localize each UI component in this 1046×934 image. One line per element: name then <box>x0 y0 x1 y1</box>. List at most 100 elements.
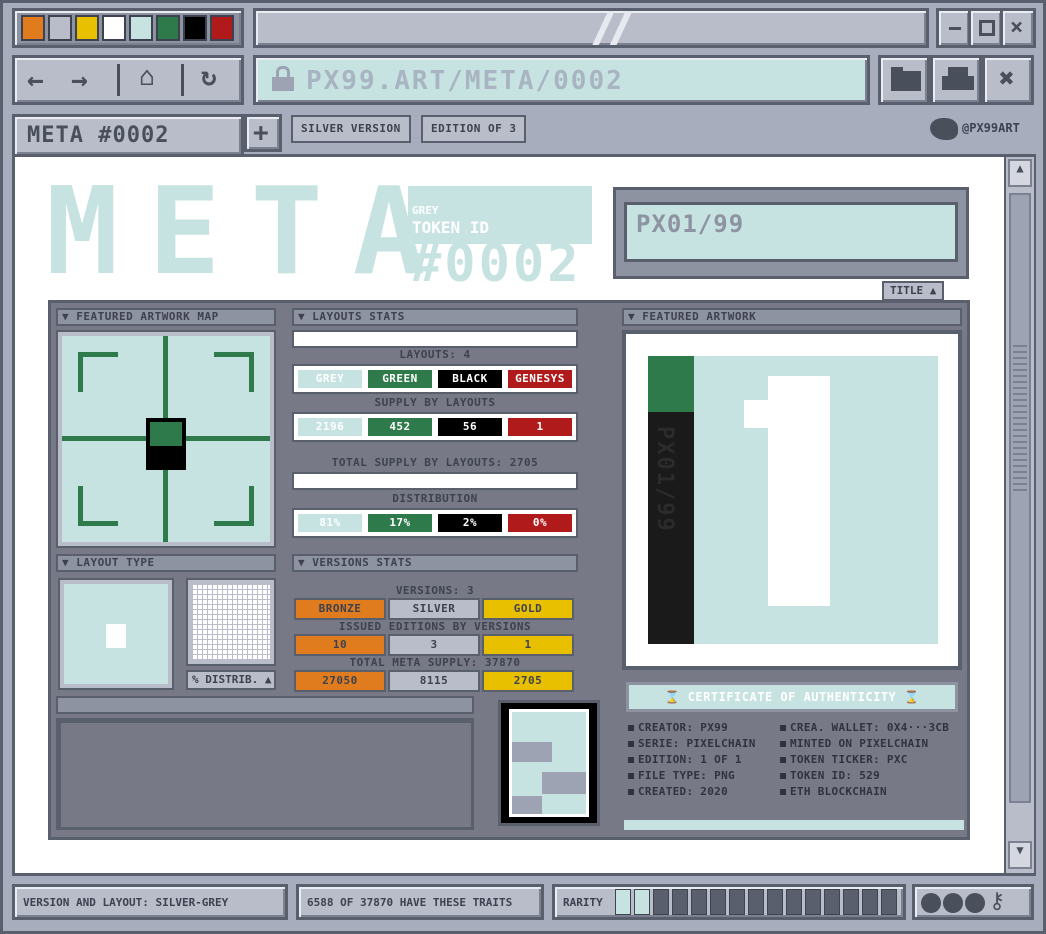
rarity-cell <box>691 889 707 915</box>
artwork-map <box>56 330 276 548</box>
key-icon: ⚷ <box>989 889 1006 914</box>
palette-swatch[interactable] <box>48 15 72 41</box>
rarity-cell <box>710 889 726 915</box>
reload-icon[interactable]: ↻ <box>201 62 217 92</box>
rarity-cell <box>634 889 650 915</box>
layout-black[interactable]: BLACK <box>436 368 504 390</box>
issued-editions-label: ISSUED EDITIONS BY VERSIONS <box>338 620 532 633</box>
logo-button[interactable]: ✖ <box>982 55 1034 105</box>
dist-green: 17% <box>366 512 434 534</box>
maximize-button[interactable] <box>968 8 1004 48</box>
edition-badge: EDITION OF 3 <box>421 115 527 143</box>
minimize-button[interactable] <box>936 8 972 48</box>
scroll-down-button[interactable]: ▼ <box>1008 841 1032 869</box>
folder-icon <box>891 71 921 91</box>
palette-swatch[interactable] <box>75 15 99 41</box>
twitter-icon[interactable] <box>930 118 958 140</box>
version-gold[interactable]: GOLD <box>482 598 574 620</box>
close-icon: × <box>1010 15 1024 40</box>
rarity-meter: RARITY <box>552 884 906 920</box>
rarity-cell <box>843 889 859 915</box>
palette-swatch[interactable] <box>21 15 45 41</box>
info-bar <box>56 696 474 714</box>
twitter-handle[interactable]: @PX99ART <box>962 121 1020 135</box>
layout-genesys[interactable]: GENESYS <box>506 368 574 390</box>
dist-genesys: 0% <box>506 512 574 534</box>
decor-bar <box>624 820 964 830</box>
status-version-layout: VERSION AND LAYOUT: SILVER-GREY <box>12 884 288 920</box>
layout-type-header: ▼ LAYOUT TYPE <box>56 554 276 572</box>
lock-icon <box>272 66 294 92</box>
scrollbar[interactable]: ▲ ▼ <box>1004 157 1034 873</box>
featured-artwork-header: ▼ FEATURED ARTWORK <box>622 308 962 326</box>
color-palette <box>12 8 244 48</box>
address-bar[interactable]: PX99.ART/META/0002 <box>253 55 870 105</box>
featured-artwork: PX01/99 <box>622 330 962 670</box>
new-tab-button[interactable]: + <box>244 114 282 152</box>
arrow-right-icon[interactable]: → <box>71 63 88 96</box>
version-badge: SILVER VERSION <box>291 115 411 143</box>
hero-number: #0002 <box>410 234 582 294</box>
total-meta-supply-label: TOTAL META SUPPLY: 37870 <box>349 656 521 669</box>
supply-genesys: 1 <box>506 416 574 438</box>
dist-black: 2% <box>436 512 504 534</box>
palette-swatch[interactable] <box>210 15 234 41</box>
layout-green[interactable]: GREEN <box>366 368 434 390</box>
close-button[interactable]: × <box>1000 8 1036 48</box>
distribution-grid <box>186 578 276 666</box>
palette-swatch[interactable] <box>129 15 153 41</box>
version-bronze[interactable]: BRONZE <box>294 598 386 620</box>
rarity-cell <box>881 889 897 915</box>
distrib-button[interactable]: % DISTRIB. ▲ <box>186 670 276 690</box>
rarity-cell <box>653 889 669 915</box>
palette-swatch[interactable] <box>156 15 180 41</box>
rarity-cell <box>786 889 802 915</box>
scroll-thumb[interactable] <box>1009 193 1031 803</box>
artwork-side-text: PX01/99 <box>652 426 677 533</box>
layout-type-preview <box>58 578 174 690</box>
status-traits: 6588 OF 37870 HAVE THESE TRAITS <box>296 884 544 920</box>
total-gold: 2705 <box>482 670 574 692</box>
rarity-cell <box>748 889 764 915</box>
rarity-cell <box>824 889 840 915</box>
print-button[interactable] <box>930 55 982 105</box>
tab-active[interactable]: META #0002 <box>12 114 244 154</box>
supply-green: 452 <box>366 416 434 438</box>
info-left: CREATOR: PX99 SERIE: PIXELCHAIN EDITION:… <box>628 720 756 800</box>
rarity-cell <box>767 889 783 915</box>
rarity-cell <box>672 889 688 915</box>
supply-by-layouts-label: SUPPLY BY LAYOUTS <box>374 396 496 409</box>
total-silver: 8115 <box>388 670 480 692</box>
url-text: PX99.ART/META/0002 <box>306 66 624 96</box>
dist-grey: 81% <box>296 512 364 534</box>
layout-grey[interactable]: GREY <box>296 368 364 390</box>
version-silver[interactable]: SILVER <box>388 598 480 620</box>
palette-swatch[interactable] <box>183 15 207 41</box>
palette-swatch[interactable] <box>102 15 126 41</box>
tab-title: META #0002 <box>27 123 170 148</box>
title-bar[interactable] <box>253 8 929 48</box>
issued-bronze: 10 <box>294 634 386 656</box>
scroll-up-button[interactable]: ▲ <box>1008 159 1032 187</box>
title-box: PX01/99 <box>613 187 969 279</box>
rarity-cell <box>805 889 821 915</box>
title-tab[interactable]: TITLE ▲ <box>882 281 944 301</box>
featured-thumb <box>146 418 186 470</box>
info-right: CREA. WALLET: 0X4···3CB MINTED ON PIXELC… <box>780 720 949 800</box>
total-supply-label: TOTAL SUPPLY BY LAYOUTS: 2705 <box>331 456 539 469</box>
distribution-label: DISTRIBUTION <box>392 492 478 505</box>
arrow-left-icon[interactable]: ← <box>27 63 44 96</box>
layouts-count: LAYOUTS: 4 <box>399 348 471 361</box>
wallet-status[interactable]: ⚷ <box>912 884 1034 920</box>
rarity-cell <box>729 889 745 915</box>
info-panel <box>56 718 474 830</box>
rarity-cell <box>615 889 631 915</box>
px99-logo-icon: ✖ <box>999 64 1015 94</box>
nav-controls: ← → ⌂ ↻ <box>12 55 244 105</box>
home-icon[interactable]: ⌂ <box>139 62 155 92</box>
layouts-stats-header: ▼ LAYOUTS STATS <box>292 308 578 326</box>
folder-button[interactable] <box>878 55 930 105</box>
artwork-map-header: ▼ FEATURED ARTWORK MAP <box>56 308 276 326</box>
title-text: PX01/99 <box>636 210 745 238</box>
issued-silver: 3 <box>388 634 480 656</box>
